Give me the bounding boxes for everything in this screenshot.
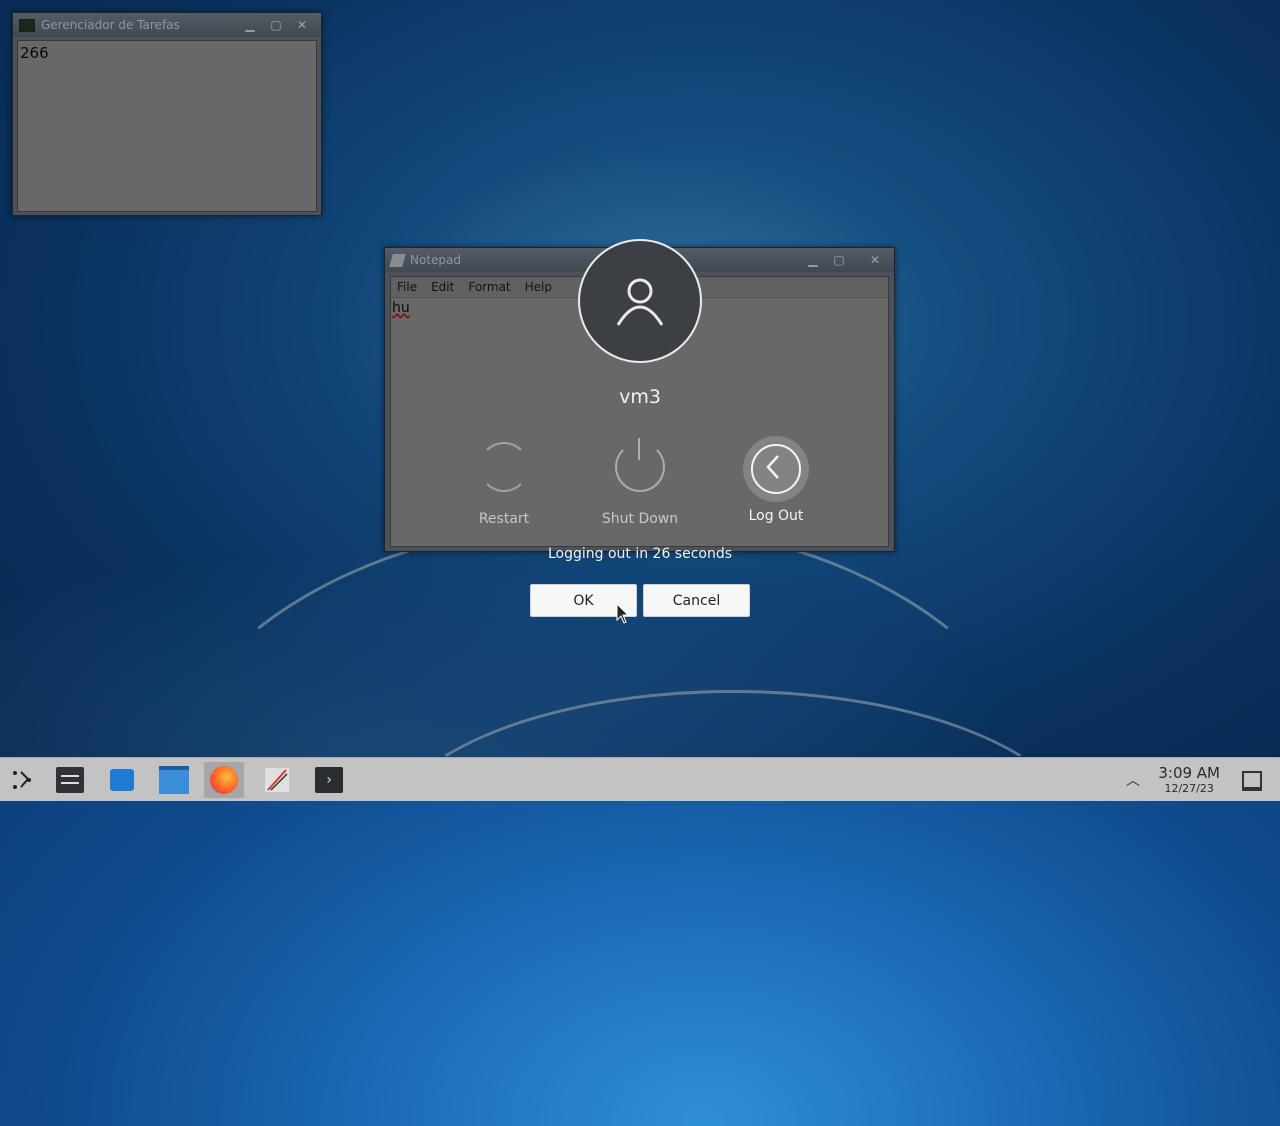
username-label: vm3 xyxy=(619,386,661,408)
restart-icon[interactable] xyxy=(479,442,529,492)
terminal-icon[interactable]: › xyxy=(309,762,349,798)
shutdown-action[interactable]: Shut Down xyxy=(580,438,700,527)
firefox-icon[interactable] xyxy=(204,762,244,798)
settings-icon[interactable] xyxy=(50,762,90,798)
logout-overlay xyxy=(0,0,1280,757)
logout-label: Log Out xyxy=(748,508,804,524)
logout-action[interactable]: Log Out xyxy=(716,436,836,524)
countdown-text: Logging out in 26 seconds xyxy=(547,546,733,562)
app-launcher-icon[interactable] xyxy=(2,762,42,798)
shutdown-label: Shut Down xyxy=(601,511,679,527)
logout-highlight xyxy=(743,436,809,502)
clock[interactable]: 3:09 AM 12/27/23 xyxy=(1158,764,1220,795)
files-icon[interactable] xyxy=(154,762,194,798)
clock-time: 3:09 AM xyxy=(1158,764,1220,782)
user-avatar xyxy=(578,239,702,363)
restart-label: Restart xyxy=(478,511,530,527)
logout-icon[interactable] xyxy=(751,444,801,494)
clock-date: 12/27/23 xyxy=(1164,782,1214,795)
restart-action[interactable]: Restart xyxy=(444,442,564,527)
mouse-cursor-icon xyxy=(616,603,630,624)
taskbar: › ︿ 3:09 AM 12/27/23 xyxy=(0,757,1280,801)
store-icon[interactable] xyxy=(102,762,142,798)
user-icon xyxy=(616,278,664,326)
show-desktop-icon[interactable] xyxy=(1242,771,1262,791)
power-icon[interactable] xyxy=(615,438,665,492)
cancel-button[interactable]: Cancel xyxy=(643,584,750,617)
tray-expand-icon[interactable]: ︿ xyxy=(1126,770,1140,790)
editor-icon[interactable] xyxy=(257,762,297,798)
